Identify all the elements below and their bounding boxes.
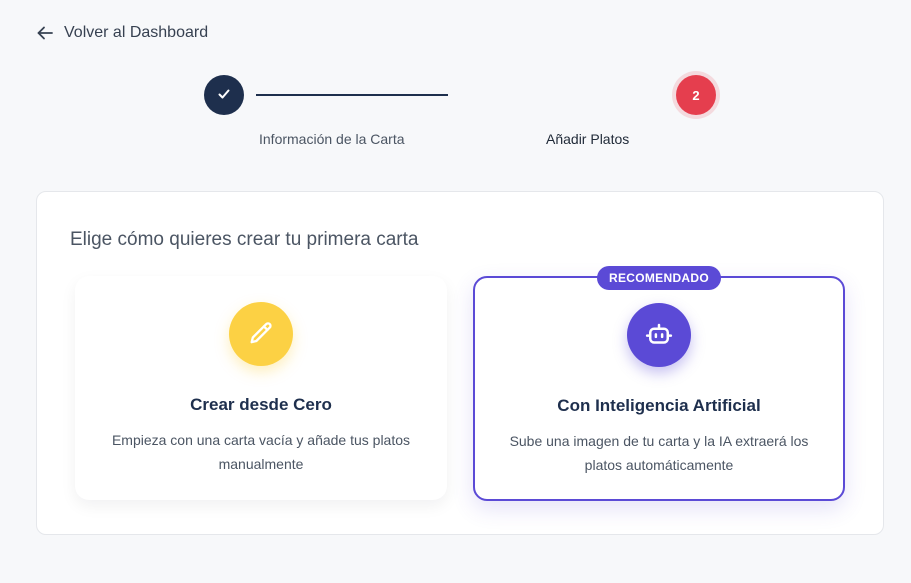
step-connector (256, 94, 448, 96)
check-icon (216, 86, 232, 105)
step-2-indicator: 2 (676, 75, 716, 115)
option-title: Crear desde Cero (190, 395, 332, 414)
option-description: Sube una imagen de tu carta y la IA extr… (509, 433, 809, 473)
step-2-label: Añadir Platos (546, 131, 630, 147)
creation-method-card: Elige cómo quieres crear tu primera cart… (36, 191, 884, 535)
option-description: Empieza con una carta vacía y añade tus … (111, 432, 411, 472)
step-1-indicator (204, 75, 244, 115)
option-title: Con Inteligencia Artificial (557, 396, 761, 415)
page: Volver al Dashboard 2 Información de la … (0, 0, 911, 583)
option-ai[interactable]: RECOMENDADO Con Inteligencia Artificial … (473, 266, 845, 501)
step-1-label: Información de la Carta (259, 131, 405, 147)
stepper: 2 Información de la Carta Añadir Platos (0, 0, 911, 160)
section-title: Elige cómo quieres crear tu primera cart… (70, 229, 419, 250)
robot-icon (627, 303, 691, 367)
step-2-number: 2 (692, 87, 700, 103)
option-create-from-scratch[interactable]: Crear desde Cero Empieza con una carta v… (75, 276, 447, 500)
pencil-icon (229, 302, 293, 366)
recommended-badge: RECOMENDADO (597, 266, 721, 290)
